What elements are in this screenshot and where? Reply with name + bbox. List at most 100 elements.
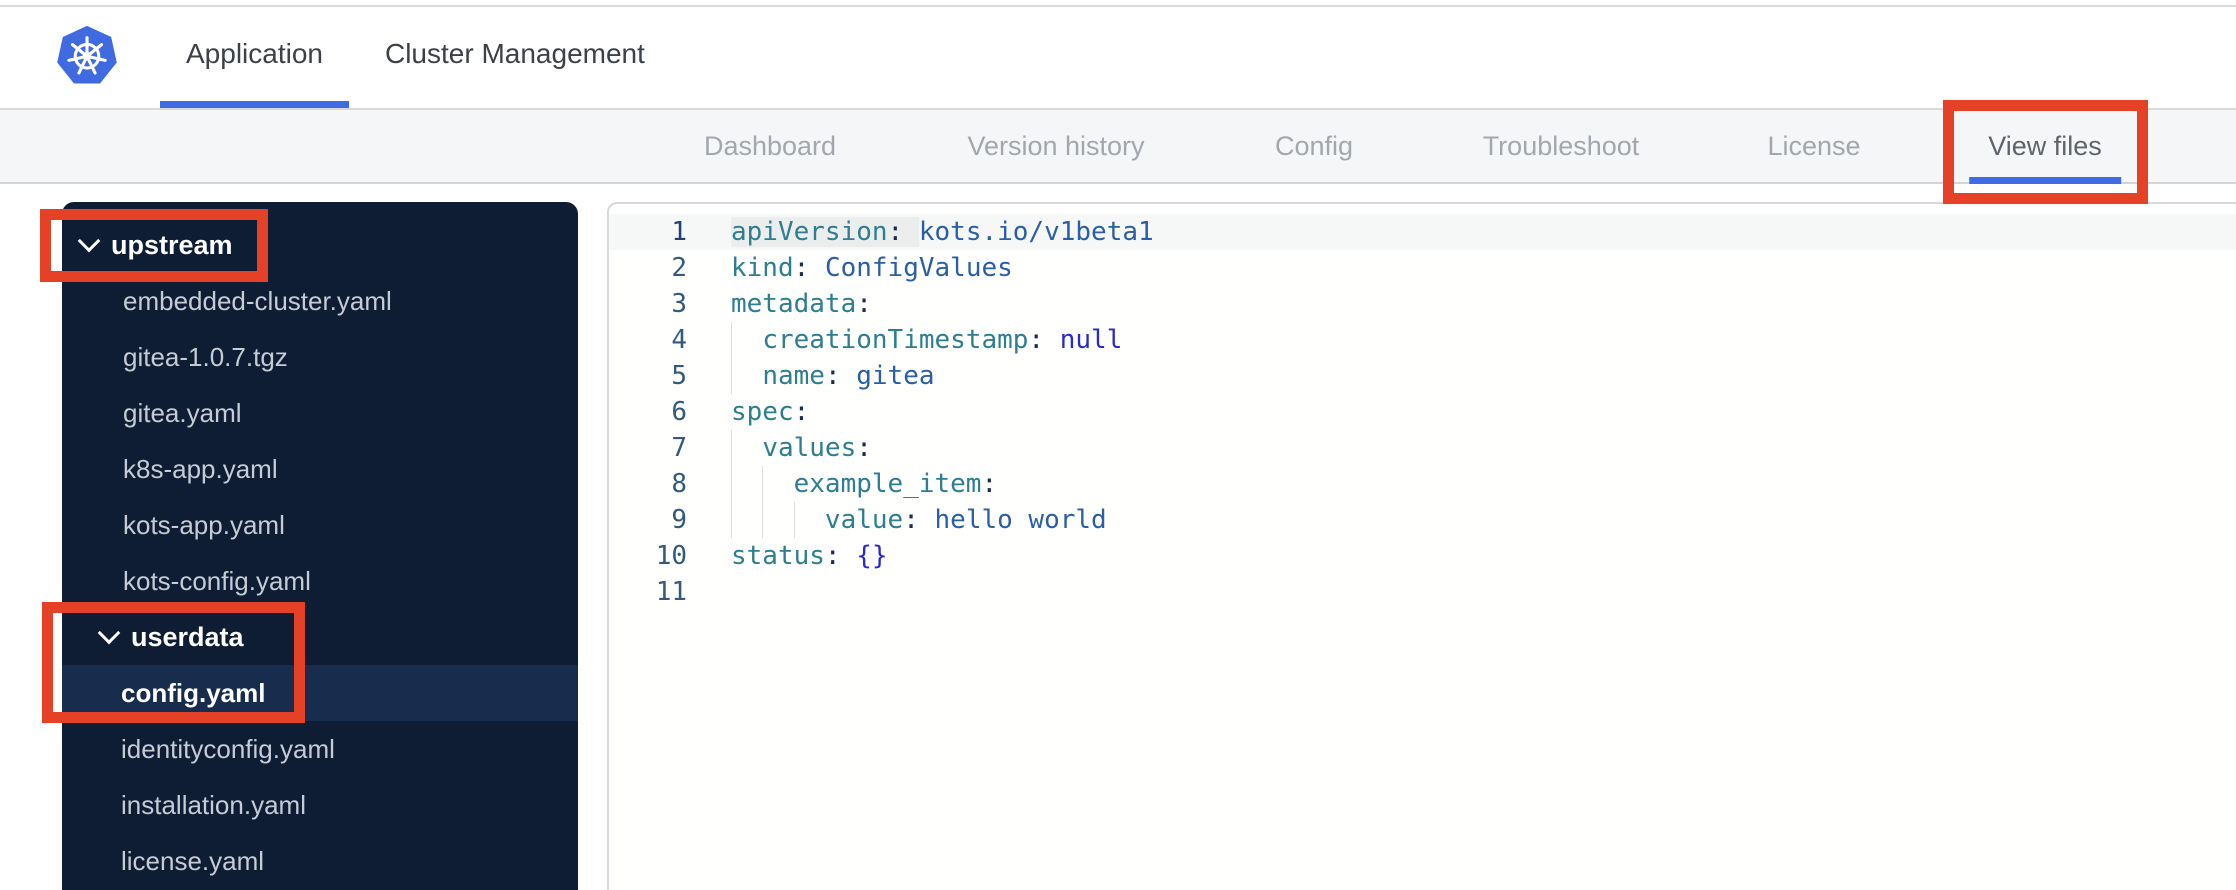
subnav-item-label: Dashboard: [703, 130, 837, 161]
subnav-item-dashboard[interactable]: Dashboard: [704, 110, 836, 182]
token-punct: :: [856, 433, 872, 463]
code-line-2: 2 kind: ConfigValues: [609, 250, 2236, 286]
code-line-11: 11: [609, 574, 2236, 610]
token-const: {}: [856, 541, 888, 571]
code-text: status: {}: [731, 541, 888, 571]
tab-label: Cluster Management: [384, 38, 645, 69]
line-number: 7: [671, 433, 687, 463]
tree-item-k8s-app-yaml[interactable]: k8s-app.yaml: [62, 441, 578, 497]
code-line-5: 5 name: gitea: [609, 358, 2236, 394]
token-str: hello world: [934, 505, 1107, 535]
code-line-content: spec:: [731, 394, 2236, 430]
code-text: spec:: [731, 397, 809, 427]
code-line-9: 9 value: hello world: [609, 502, 2236, 538]
file-label: embedded-cluster.yaml: [123, 285, 392, 316]
yaml-editor[interactable]: 1 apiVersion: kots.io/v1beta1 2 kind: Confi…: [607, 202, 2236, 890]
code-line-content: metadata:: [731, 286, 2236, 322]
indent-guide: [731, 466, 732, 502]
code-line-1: 1 apiVersion: kots.io/v1beta1: [609, 214, 2236, 250]
token-str: ConfigValues: [824, 253, 1013, 283]
line-number: 4: [671, 325, 687, 355]
code-text: kind: ConfigValues: [731, 253, 1013, 283]
code-line-6: 6 spec:: [609, 394, 2236, 430]
token-key: kind: [731, 253, 794, 283]
file-label: gitea.yaml: [123, 397, 242, 428]
tree-item-license-yaml[interactable]: license.yaml: [62, 833, 578, 889]
indent-spaces: [731, 505, 825, 535]
token-punct: :: [856, 289, 872, 319]
token-key: apiVersion: [731, 217, 888, 247]
indent-guide: [793, 502, 795, 538]
subnav-item-label: License: [1767, 130, 1861, 161]
file-tree: upstream embedded-cluster.yaml gitea-1.0.7…: [62, 217, 578, 889]
indent-guide: [762, 466, 764, 502]
code-lines: 1 apiVersion: kots.io/v1beta1 2 kind: Confi…: [609, 214, 2236, 610]
tree-item-kots-app-yaml[interactable]: kots-app.yaml: [62, 497, 578, 553]
subnav-item-troubleshoot[interactable]: Troubleshoot: [1483, 110, 1640, 182]
tree-item-identityconfig-yaml[interactable]: identityconfig.yaml: [62, 721, 578, 777]
line-number: 6: [671, 397, 687, 427]
file-label: installation.yaml: [121, 789, 306, 820]
line-number: 8: [671, 469, 687, 499]
token-punct: :: [824, 361, 857, 391]
indent-spaces: [731, 361, 762, 391]
tab-cluster-management[interactable]: Cluster Management: [359, 0, 671, 108]
header-tabs: Application Cluster Management: [160, 0, 671, 108]
tree-item-installation-yaml[interactable]: installation.yaml: [62, 777, 578, 833]
token-key: metadata: [731, 289, 857, 319]
code-line-content: creationTimestamp: null: [731, 322, 2236, 358]
line-number: 2: [671, 253, 687, 283]
code-line-content: kind: ConfigValues: [731, 250, 2236, 286]
tree-item-kots-config-yaml[interactable]: kots-config.yaml: [62, 553, 578, 609]
token-str: kots.io/v1beta1: [918, 217, 1154, 247]
code-line-3: 3 metadata:: [609, 286, 2236, 322]
file-label: license.yaml: [121, 845, 265, 876]
code-text: metadata:: [731, 289, 872, 319]
token-key: status: [731, 541, 825, 571]
code-line-content: status: {}: [731, 538, 2236, 574]
code-text: value: hello world: [731, 505, 1107, 535]
file-label: identityconfig.yaml: [121, 733, 335, 764]
token-punct: :: [793, 397, 810, 427]
subnav-item-label: Config: [1274, 130, 1354, 161]
code-text: apiVersion: kots.io/v1beta1: [731, 217, 1154, 247]
tab-label: Application: [186, 38, 323, 69]
indent-spaces: [731, 433, 762, 463]
indent-guide: [731, 322, 732, 358]
line-number: 11: [655, 577, 687, 607]
code-line-content: [731, 574, 2236, 610]
token-key: spec: [731, 397, 794, 427]
token-key: example_item: [793, 469, 982, 499]
tab-application[interactable]: Application: [160, 0, 349, 108]
token-punct: :: [903, 505, 935, 535]
token-punct: :: [887, 217, 919, 247]
indent-guide: [762, 502, 764, 538]
code-text: name: gitea: [731, 361, 934, 391]
token-punct: :: [824, 541, 857, 571]
kots-admin-console: Application Cluster Management Dashboard V…: [0, 0, 2236, 890]
subnav-item-label: Version history: [967, 130, 1145, 161]
code-line-content: apiVersion: kots.io/v1beta1: [731, 214, 2236, 250]
annotation-box-upstream: [40, 209, 268, 282]
tree-item-gitea-1-0-7-tgz[interactable]: gitea-1.0.7.tgz: [62, 329, 578, 385]
subnav-item-license[interactable]: License: [1767, 110, 1860, 182]
line-number: 10: [655, 541, 687, 571]
tree-item-gitea-yaml[interactable]: gitea.yaml: [62, 385, 578, 441]
subnav: Dashboard Version history Config Troublesho…: [0, 110, 2236, 184]
code-line-content: example_item:: [731, 466, 2236, 502]
file-label: k8s-app.yaml: [123, 453, 278, 484]
code-line-7: 7 values:: [609, 430, 2236, 466]
token-key: creationTimestamp: [762, 325, 1029, 355]
indent-spaces: [731, 325, 762, 355]
subnav-item-version-history[interactable]: Version history: [967, 110, 1144, 182]
app-header: Application Cluster Management: [0, 0, 2236, 110]
active-tab-underline: [160, 101, 349, 108]
indent-guide: [731, 430, 732, 466]
token-punct: :: [981, 469, 998, 499]
file-label: kots-config.yaml: [123, 565, 311, 596]
subnav-item-config[interactable]: Config: [1275, 110, 1353, 182]
token-punct: :: [1028, 325, 1060, 355]
subnav-item-label: Troubleshoot: [1482, 130, 1640, 161]
token-key: name: [762, 361, 825, 391]
code-line-4: 4 creationTimestamp: null: [609, 322, 2236, 358]
